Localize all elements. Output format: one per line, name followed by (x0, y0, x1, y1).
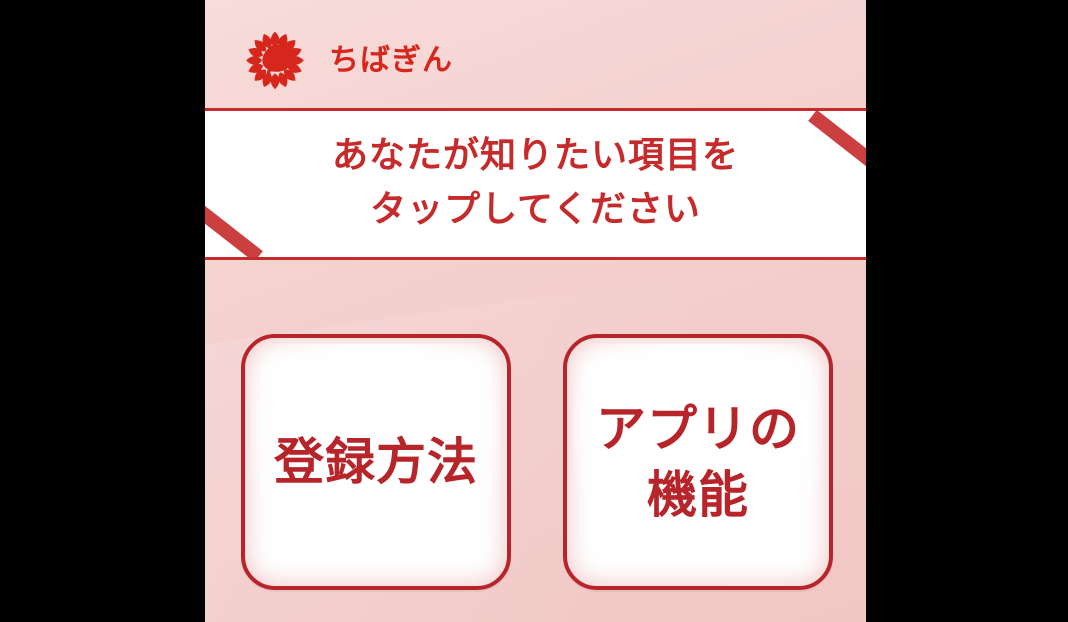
banner-line-2: タップしてください (370, 189, 701, 230)
instruction-banner: あなたが知りたい項目を タップしてください (205, 108, 866, 260)
app-features-button[interactable]: アプリの 機能 (563, 334, 833, 590)
app-features-label: アプリの 機能 (596, 400, 800, 524)
banner-line-1: あなたが知りたい項目を (331, 135, 739, 176)
app-frame: ちばぎん あなたが知りたい項目を タップしてください 登録方法 アプリの 機能 (0, 0, 1068, 622)
content-panel: ちばぎん あなたが知りたい項目を タップしてください 登録方法 アプリの 機能 (205, 0, 866, 622)
registration-method-button[interactable]: 登録方法 (241, 334, 511, 590)
brand-logo: ちばぎん (239, 24, 453, 94)
registration-method-label: 登録方法 (274, 433, 478, 491)
chibagin-flower-logo-icon (246, 31, 304, 90)
banner-text: あなたが知りたい項目を タップしてください (205, 129, 866, 237)
brand-name: ちばぎん (329, 43, 453, 78)
